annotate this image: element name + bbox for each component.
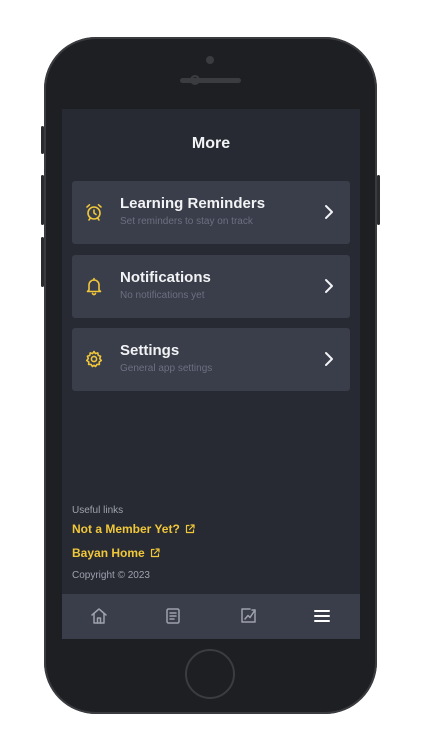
not-a-member-link[interactable]: Not a Member Yet? [72,522,195,536]
mute-switch [41,126,44,154]
notifications-item[interactable]: Notifications No notifications yet [72,255,350,318]
chart-icon[interactable] [237,605,259,627]
book-icon[interactable] [162,605,184,627]
learning-reminders-subtitle: Set reminders to stay on track [120,216,253,227]
settings-subtitle: General app settings [120,363,213,374]
copyright-text: Copyright © 2023 [72,570,150,581]
external-link-icon [150,548,160,558]
bayan-home-label: Bayan Home [72,546,145,560]
settings-label: Settings [120,342,180,359]
chevron-right-icon [325,279,333,293]
gear-icon [85,350,103,368]
chevron-right-icon [325,205,333,219]
alarm-clock-icon [86,204,102,221]
bayan-home-link[interactable]: Bayan Home [72,546,160,560]
home-icon[interactable] [88,605,110,627]
volume-up-button [41,175,44,225]
learning-reminders-label: Learning Reminders [120,195,266,212]
chevron-right-icon [325,352,333,366]
earpiece-speaker [180,78,241,83]
learning-reminders-item[interactable]: Learning Reminders Set reminders to stay… [72,181,350,244]
proximity-sensor [206,56,214,64]
bell-icon [86,277,102,296]
menu-icon[interactable] [311,605,333,627]
page-title: More [191,135,231,152]
external-link-icon [185,524,195,534]
power-button [377,175,380,225]
volume-down-button [41,237,44,287]
useful-links-heading: Useful links [72,505,124,516]
notifications-subtitle: No notifications yet [120,290,205,301]
app-screen: More Learning Reminders Set reminders to… [62,109,360,639]
bottom-tab-bar [62,594,360,639]
notifications-label: Notifications [120,269,211,286]
home-button[interactable] [185,649,235,699]
not-a-member-label: Not a Member Yet? [72,522,180,536]
settings-item[interactable]: Settings General app settings [72,328,350,391]
